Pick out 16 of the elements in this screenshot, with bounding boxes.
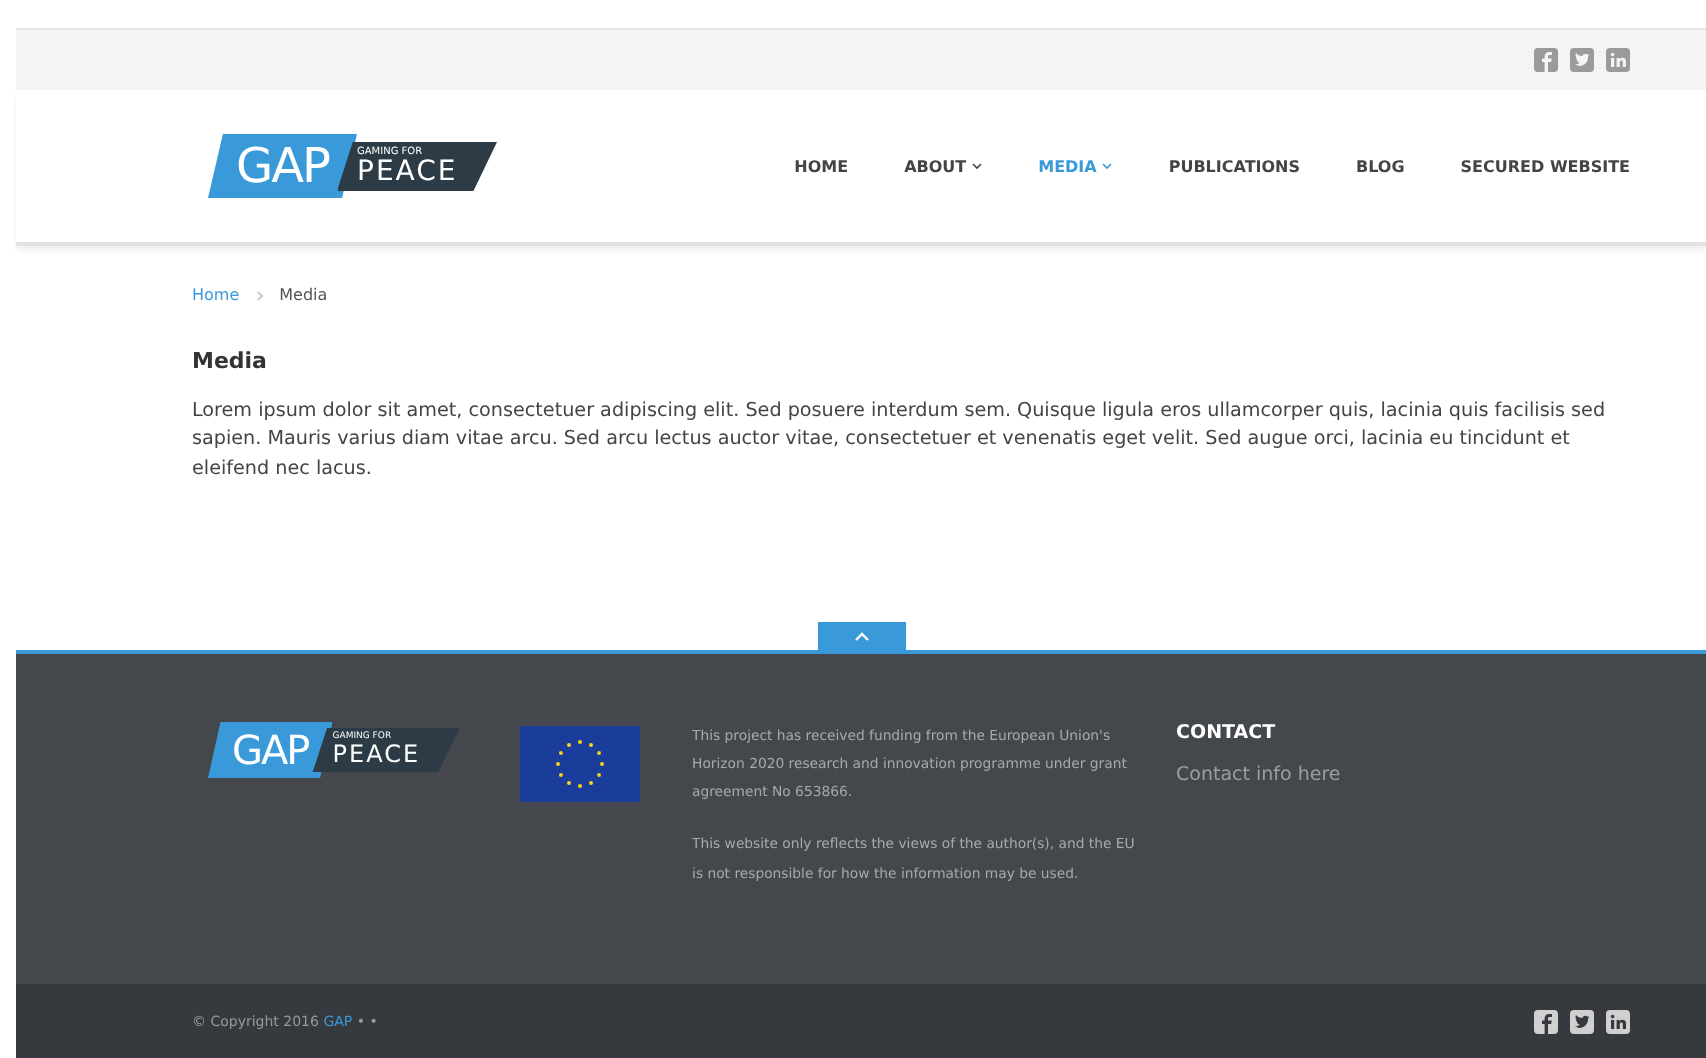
chevron-up-icon xyxy=(853,631,869,641)
chevron-icon xyxy=(255,289,264,301)
nav-link[interactable]: BLOG xyxy=(1356,157,1405,175)
linkedin-icon[interactable] xyxy=(1606,1009,1630,1033)
body-text: Lorem ipsum dolor sit amet, consectetuer adipiscing elit. Sed posuere interdum sem. Quisque ligula eros ullamcorper quis, lacinia quis facilisis sed sapien. Mauris varius diam vitae arcu. Sed arcu lectus auctor vitae, consectetuer et venenatis eget velit. Sed augue orci, lacinia eu tincidunt et eleifend nec lacus. xyxy=(192,398,1608,484)
scroll-top-button[interactable] xyxy=(817,622,905,650)
contact-heading: CONTACT xyxy=(1176,722,1278,744)
nav-link[interactable]: SECURED WEBSITE xyxy=(1460,157,1630,175)
facebook-icon[interactable] xyxy=(1534,1009,1558,1033)
nav-link[interactable]: PUBLICATIONS xyxy=(1168,157,1301,175)
nav-link[interactable]: ABOUT xyxy=(904,157,983,175)
twitter-icon[interactable] xyxy=(1570,1009,1594,1033)
nav-link[interactable]: HOME xyxy=(794,157,849,175)
breadcrumb-current: Media xyxy=(279,286,328,304)
contact-text: Contact info here xyxy=(1176,764,1341,786)
page-title: Media xyxy=(192,348,269,374)
